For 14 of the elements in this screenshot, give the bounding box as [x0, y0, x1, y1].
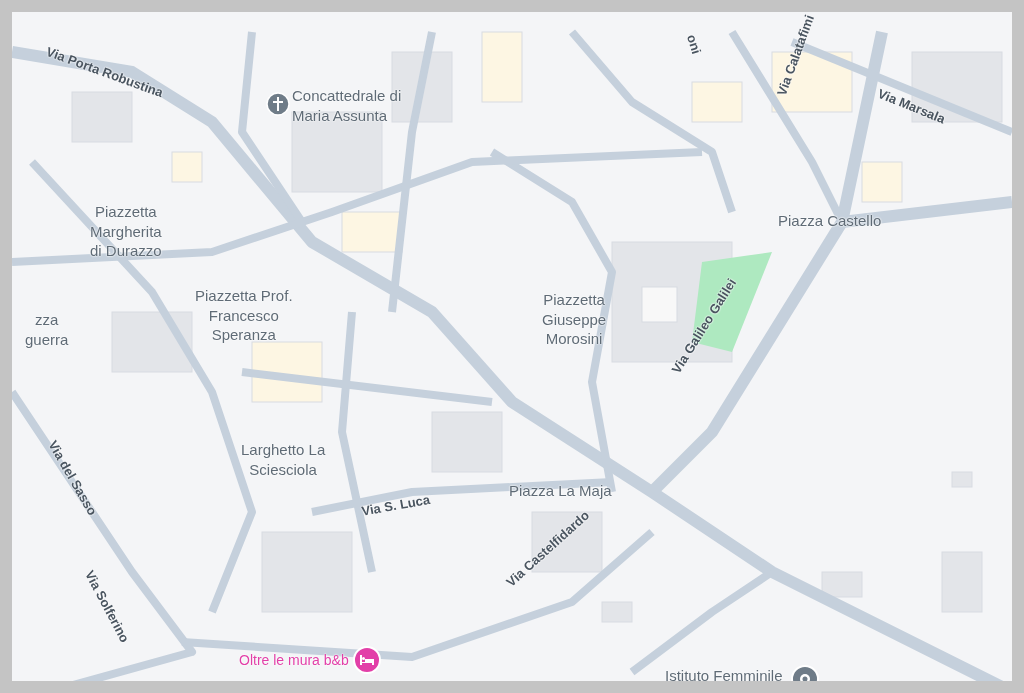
place-label: Piazzetta Margherita di Durazzo — [90, 202, 162, 261]
place-label: Larghetto La Sciesciola — [241, 440, 326, 479]
place-label: Piazza La Maja — [509, 481, 612, 501]
street-label: Via S. Luca — [360, 490, 432, 521]
place-label: Oltre le mura b&b — [239, 651, 349, 670]
place-label: Piazza Castello — [778, 211, 882, 231]
place-label: Concattedrale di Maria Assunta — [292, 86, 402, 125]
cross-icon — [266, 92, 290, 116]
place-label: zza guerra — [25, 310, 69, 349]
place-label: Piazzetta Giuseppe Morosini — [542, 290, 607, 349]
bed-icon — [352, 646, 381, 674]
place-label: Istituto Femminile — [665, 666, 783, 681]
place-label: Piazzetta Prof. Francesco Speranza — [195, 286, 293, 345]
street-label: oni — [682, 32, 706, 57]
